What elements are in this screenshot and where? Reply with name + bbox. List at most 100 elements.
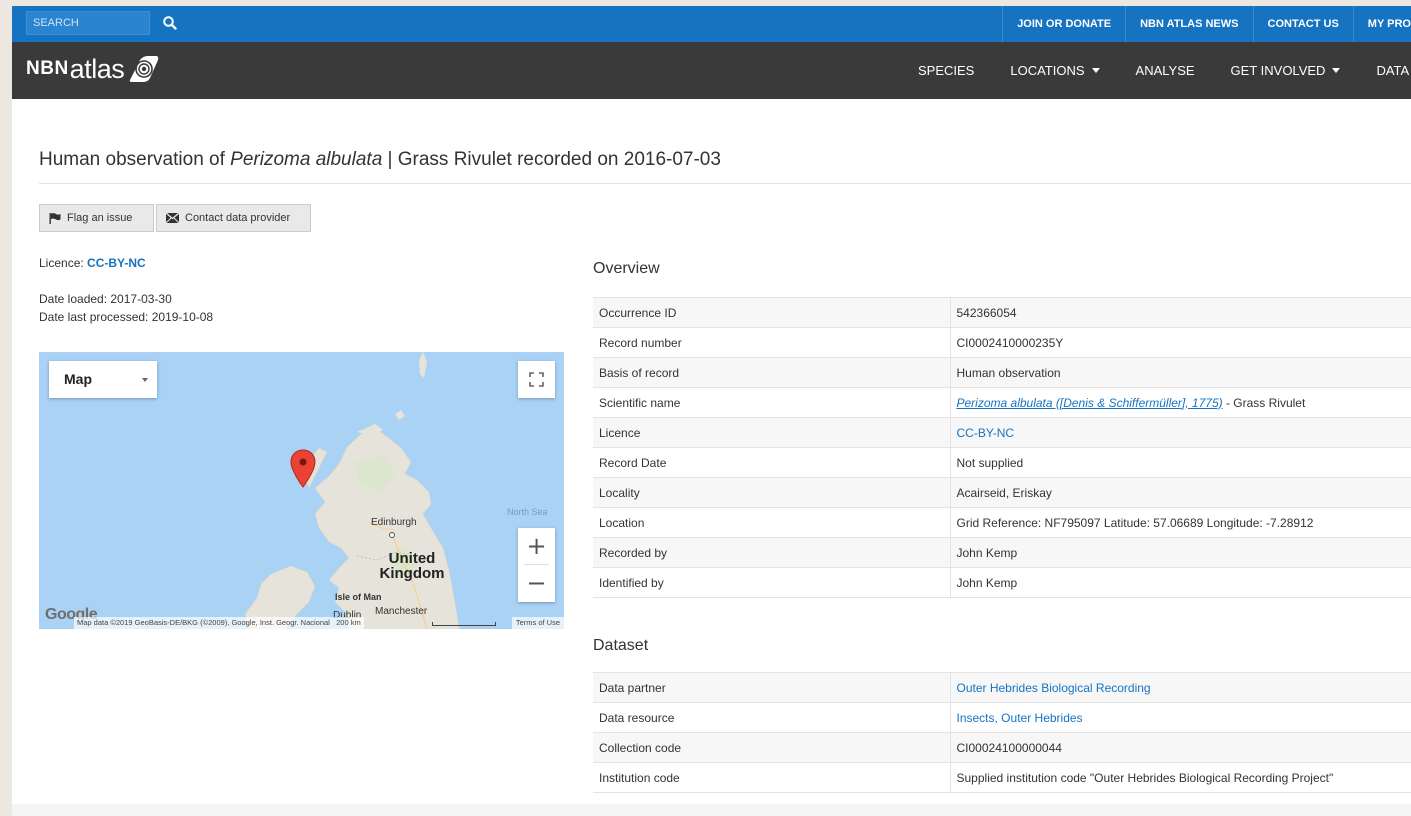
map-label-north-sea: North Sea	[507, 507, 548, 517]
nav-links: SPECIES LOCATIONS ANALYSE GET INVOLVED D…	[900, 42, 1411, 99]
title-suffix: | Grass Rivulet recorded on 2016-07-03	[382, 149, 721, 170]
table-row: Identified by John Kemp	[593, 567, 1411, 598]
map-attribution-text: Map data ©2019 GeoBasis-DE/BKG (©2009), …	[74, 617, 364, 629]
map-label-edinburgh: Edinburgh	[371, 517, 417, 528]
licence-link[interactable]: CC-BY-NC	[87, 256, 146, 270]
map-data-credit: Map data ©2019 GeoBasis-DE/BKG (©2009), …	[77, 618, 330, 627]
row-value: John Kemp	[950, 567, 1411, 598]
nav-analyse[interactable]: ANALYSE	[1118, 42, 1213, 99]
table-row: Location Grid Reference: NF795097 Latitud…	[593, 507, 1411, 538]
nav-get-involved-label: GET INVOLVED	[1230, 63, 1326, 78]
map-terms-link[interactable]: Terms of Use	[511, 617, 564, 629]
row-key: Data partner	[593, 672, 951, 703]
row-key: Recorded by	[593, 537, 951, 568]
envelope-icon	[166, 213, 179, 223]
nav-get-involved[interactable]: GET INVOLVED	[1213, 42, 1359, 99]
map-scale-bar	[432, 622, 496, 626]
uk-label-line2: Kingdom	[379, 565, 445, 582]
caret-down-icon	[1332, 68, 1341, 73]
scientific-name-link[interactable]: Perizoma albulata ([Denis & Schiffermüll…	[957, 396, 1223, 410]
row-key: Identified by	[593, 567, 951, 598]
page-title: Human observation of Perizoma albulata |…	[39, 149, 721, 171]
logo-nbn-text: NBN	[26, 58, 69, 79]
title-divider	[39, 183, 1411, 184]
licence-label: Licence:	[39, 256, 88, 270]
flag-issue-label: Flag an issue	[67, 212, 133, 224]
footer-strip	[12, 804, 1411, 816]
table-row: Recorded by John Kemp	[593, 537, 1411, 568]
row-key: Basis of record	[593, 357, 951, 388]
flag-icon	[49, 212, 61, 224]
record-map[interactable]: Map + − North Sea Edinburgh United Kingdo…	[39, 352, 564, 629]
nav-locations-label: LOCATIONS	[1010, 63, 1085, 78]
table-row: Locality Acairseid, Eriskay	[593, 477, 1411, 508]
row-key: Record number	[593, 327, 951, 358]
table-row: Licence CC-BY-NC	[593, 417, 1411, 448]
location-marker-icon[interactable]	[289, 449, 317, 489]
title-prefix: Human observation of	[39, 149, 231, 170]
row-key: Data resource	[593, 702, 951, 733]
row-value: Grid Reference: NF795097 Latitude: 57.06…	[950, 507, 1411, 538]
top-utility-bar: SEARCH JOIN OR DONATE NBN ATLAS NEWS CON…	[12, 6, 1411, 42]
nbn-atlas-news-link[interactable]: NBN ATLAS NEWS	[1125, 6, 1252, 42]
uk-label-line1: United	[388, 550, 436, 567]
row-key: Licence	[593, 417, 951, 448]
common-name: - Grass Rivulet	[1222, 395, 1306, 410]
row-value: John Kemp	[950, 537, 1411, 568]
row-key: Institution code	[593, 762, 951, 793]
licence-table-link[interactable]: CC-BY-NC	[957, 426, 1015, 440]
row-value: Insects, Outer Hebrides	[950, 702, 1411, 733]
row-value: CI00024100000044	[950, 732, 1411, 763]
my-profile-link[interactable]: MY PRO	[1352, 6, 1411, 42]
dataset-heading: Dataset	[593, 637, 649, 654]
row-key: Occurrence ID	[593, 297, 951, 328]
row-value: 542366054	[950, 297, 1411, 328]
nbn-atlas-logo[interactable]: NBN atlas	[26, 52, 160, 86]
logo-atlas-text: atlas	[69, 53, 125, 84]
row-value: CC-BY-NC	[950, 417, 1411, 448]
search-input[interactable]: SEARCH	[26, 11, 150, 35]
nav-locations[interactable]: LOCATIONS	[992, 42, 1117, 99]
top-links: JOIN OR DONATE NBN ATLAS NEWS CONTACT US…	[1002, 6, 1411, 42]
flag-issue-button[interactable]: Flag an issue	[39, 204, 154, 232]
map-scale-label: 200 km	[336, 618, 361, 627]
dataset-table: Data partner Outer Hebrides Biological Re…	[593, 672, 1411, 793]
row-key: Locality	[593, 477, 951, 508]
map-label-isle-of-man: Isle of Man	[335, 592, 382, 602]
data-resource-link[interactable]: Insects, Outer Hebrides	[957, 711, 1083, 725]
nav-data[interactable]: DATA A	[1358, 42, 1411, 99]
row-key: Location	[593, 507, 951, 538]
search-icon[interactable]	[162, 15, 178, 31]
data-partner-link[interactable]: Outer Hebrides Biological Recording	[957, 681, 1151, 695]
dates-block: Date loaded: 2017-03-30 Date last proces…	[39, 290, 213, 326]
contact-provider-label: Contact data provider	[185, 212, 291, 224]
fullscreen-button[interactable]	[518, 361, 555, 398]
zoom-controls: + −	[518, 528, 555, 602]
table-row: Occurrence ID 542366054	[593, 297, 1411, 328]
row-value: Perizoma albulata ([Denis & Schiffermüll…	[950, 387, 1411, 418]
fullscreen-icon	[529, 372, 544, 387]
table-row: Data resource Insects, Outer Hebrides	[593, 702, 1411, 733]
table-row: Data partner Outer Hebrides Biological Re…	[593, 672, 1411, 703]
contact-us-link[interactable]: CONTACT US	[1252, 6, 1353, 42]
row-value: Acairseid, Eriskay	[950, 477, 1411, 508]
row-key: Collection code	[593, 732, 951, 763]
licence-line: Licence: CC-BY-NC	[39, 256, 146, 270]
zoom-out-button[interactable]: −	[518, 565, 555, 602]
table-row: Basis of record Human observation	[593, 357, 1411, 388]
nav-species[interactable]: SPECIES	[900, 42, 992, 99]
row-value: CI0002410000235Y	[950, 327, 1411, 358]
row-key: Scientific name	[593, 387, 951, 418]
caret-down-icon	[142, 378, 148, 382]
zoom-in-button[interactable]: +	[518, 528, 555, 565]
date-loaded: Date loaded: 2017-03-30	[39, 292, 172, 306]
table-row: Record Date Not supplied	[593, 447, 1411, 478]
caret-down-icon	[1091, 68, 1100, 73]
contact-provider-button[interactable]: Contact data provider	[156, 204, 311, 232]
map-label-manchester: Manchester	[375, 606, 428, 617]
table-row: Record number CI0002410000235Y	[593, 327, 1411, 358]
nav-data-label: DATA A	[1376, 63, 1411, 78]
join-or-donate-link[interactable]: JOIN OR DONATE	[1002, 6, 1125, 42]
row-value: Not supplied	[950, 447, 1411, 478]
map-type-select[interactable]: Map	[49, 361, 157, 398]
